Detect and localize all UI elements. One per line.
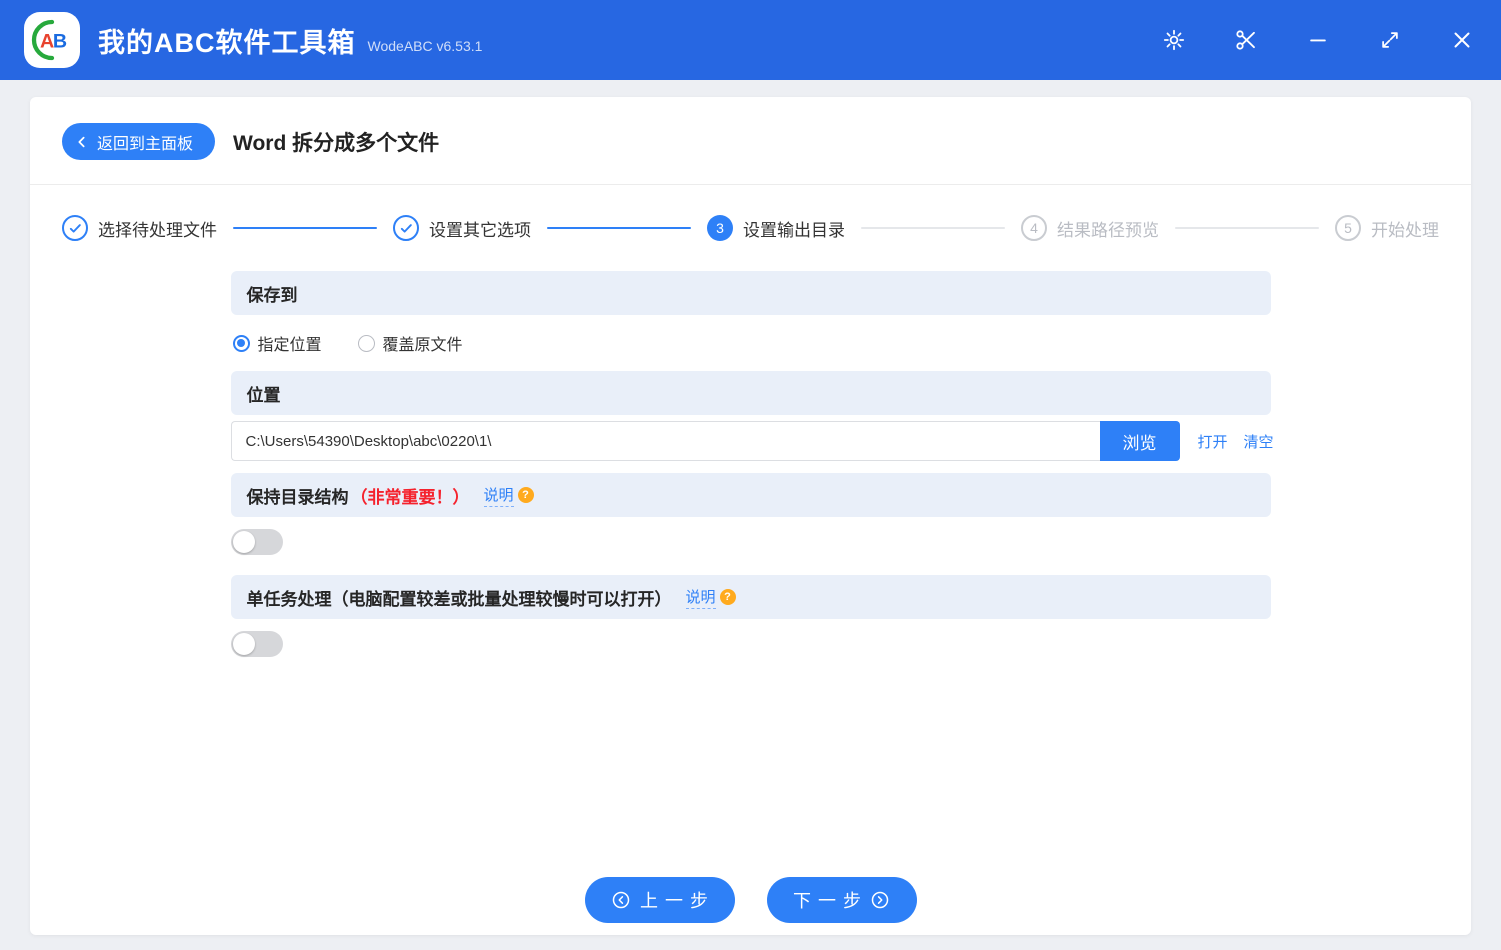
scissors-icon [1236,30,1255,50]
radio-specified-location[interactable]: 指定位置 [232,331,322,355]
app-title: 我的ABC软件工具箱 [98,27,356,58]
keep-structure-help-link[interactable]: 说明 [483,484,514,507]
step-4-label: 结果路径预览 [1057,220,1159,240]
output-path-input[interactable] [230,421,1100,461]
toggle-knob [232,531,255,553]
app-logo: A B [24,12,80,68]
step-1-select-files: 选择待处理文件 [62,215,217,241]
radio-overwrite-original-label: 覆盖原文件 [382,337,463,354]
browse-button[interactable]: 浏览 [1099,421,1180,461]
output-settings-form: 保存到 指定位置 覆盖原文件 位置 浏览 打开 [230,271,1274,677]
settings-button[interactable] [1161,27,1187,53]
page-background: 返回到主面板 Word 拆分成多个文件 选择待处理文件 设置其它选项 3 设置输… [0,80,1501,950]
keep-structure-toggle[interactable] [230,529,283,555]
step-2-check-icon [393,215,419,241]
abc-logo-icon: A B [31,19,67,61]
step-3-number: 3 [707,215,733,241]
radio-selected-icon [232,334,250,352]
toggle-knob [232,633,255,655]
save-to-title: 保存到 [246,285,298,305]
titlebar: A B 我的ABC软件工具箱 WodeABC v6.53.1 [0,0,1501,80]
prev-step-label: 上一步 [640,891,715,911]
fullscreen-button[interactable] [1377,27,1403,53]
step-4-result-preview: 4 结果路径预览 [1021,215,1159,241]
single-task-title: 单任务处理（电脑配置较差或批量处理较慢时可以打开） [246,589,672,609]
titlebar-controls [1161,27,1475,53]
page-title: Word 拆分成多个文件 [233,131,440,155]
step-connector [547,227,691,229]
minimize-icon [1310,39,1326,42]
help-question-icon[interactable]: ? [719,589,736,605]
circle-arrow-left-icon [612,891,630,909]
radio-unselected-icon [357,334,375,352]
step-3-label: 设置输出目录 [743,220,845,240]
panel-header: 返回到主面板 Word 拆分成多个文件 [30,97,1471,185]
save-to-options: 指定位置 覆盖原文件 [231,315,1271,371]
single-task-toggle[interactable] [230,631,283,657]
minimize-button[interactable] [1305,27,1331,53]
step-1-label: 选择待处理文件 [98,220,217,240]
keep-structure-warning: （非常重要！） [350,487,470,507]
step-indicator: 选择待处理文件 设置其它选项 3 设置输出目录 4 结果路径预览 5 开始处理 [30,185,1471,271]
help-question-icon[interactable]: ? [517,487,534,503]
step-5-number: 5 [1335,215,1361,241]
step-4-number: 4 [1021,215,1047,241]
single-task-section-header: 单任务处理（电脑配置较差或批量处理较慢时可以打开） 说明 ? [230,575,1271,619]
back-button-label: 返回到主面板 [97,135,194,153]
step-2-other-options: 设置其它选项 [393,215,531,241]
close-button[interactable] [1449,27,1475,53]
svg-text:B: B [53,31,67,53]
step-2-label: 设置其它选项 [429,220,531,240]
wizard-footer: 上一步 下一步 [30,877,1471,935]
radio-specified-location-label: 指定位置 [257,337,322,354]
close-icon [1454,32,1470,48]
back-to-dashboard-button[interactable]: 返回到主面板 [62,123,216,160]
fullscreen-icon [1382,32,1398,48]
gear-icon [1163,29,1185,51]
location-section-header: 位置 [230,371,1271,415]
keep-structure-section-header: 保持目录结构 （非常重要！） 说明 ? [230,473,1271,517]
step-connector [233,227,377,229]
keep-structure-title: 保持目录结构 [246,487,349,507]
step-3-output-directory: 3 设置输出目录 [707,215,845,241]
chevron-left-icon [78,136,85,147]
path-link-group: 打开 清空 [1198,431,1274,452]
step-connector [1175,227,1319,229]
prev-step-button[interactable]: 上一步 [584,877,735,923]
circle-arrow-right-icon [871,891,889,909]
open-folder-link[interactable]: 打开 [1198,431,1228,452]
single-task-help-link[interactable]: 说明 [685,586,716,609]
step-5-label: 开始处理 [1371,220,1439,240]
clear-path-link[interactable]: 清空 [1244,431,1274,452]
radio-overwrite-original[interactable]: 覆盖原文件 [357,331,463,355]
screenshot-button[interactable] [1233,27,1259,53]
step-1-check-icon [62,215,88,241]
step-connector [861,227,1005,229]
output-path-row: 浏览 打开 清空 [230,421,1274,461]
app-version: WodeABC v6.53.1 [367,38,483,54]
next-step-label: 下一步 [793,891,868,911]
main-panel: 返回到主面板 Word 拆分成多个文件 选择待处理文件 设置其它选项 3 设置输… [30,97,1471,935]
save-to-section-header: 保存到 [230,271,1271,315]
location-title: 位置 [246,385,281,405]
next-step-button[interactable]: 下一步 [766,877,917,923]
step-5-start-processing: 5 开始处理 [1335,215,1439,241]
